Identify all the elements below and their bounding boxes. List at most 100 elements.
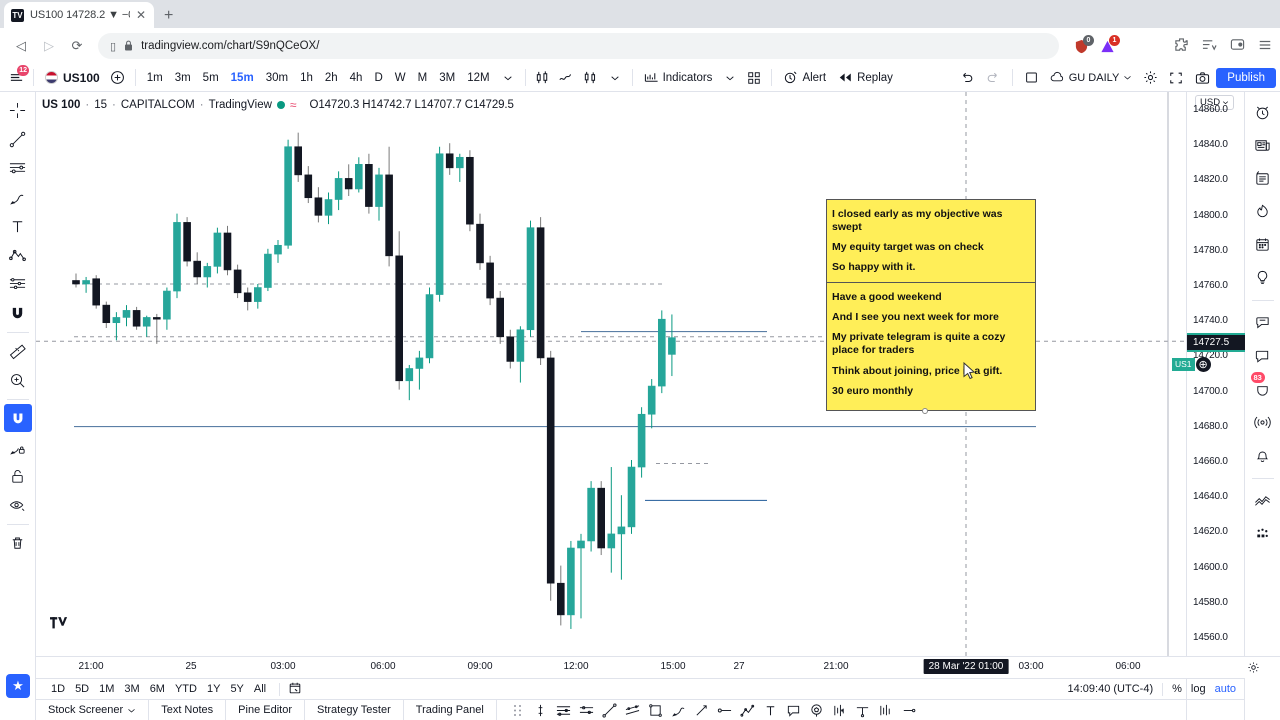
lock-drawings-icon[interactable] (4, 433, 32, 461)
range-1y[interactable]: 1Y (202, 681, 225, 697)
calendar-icon[interactable] (1249, 230, 1277, 258)
timeframe-w[interactable]: W (389, 69, 412, 87)
range-1m[interactable]: 1M (94, 681, 119, 697)
settings-equalizer-icon[interactable]: ≈ (290, 98, 297, 112)
text-icon[interactable] (760, 700, 781, 720)
redo-icon[interactable] (981, 66, 1005, 90)
snapshot-camera-icon[interactable] (1190, 66, 1214, 90)
timeframe-5m[interactable]: 5m (197, 69, 225, 87)
notifications-icon[interactable] (1249, 441, 1277, 469)
horizontal-lines-icon[interactable] (4, 154, 32, 182)
reload-icon[interactable]: ⟳ (64, 33, 90, 59)
brush-icon[interactable] (668, 700, 689, 720)
back-icon[interactable]: ◁ (8, 33, 34, 59)
timeframe-15m[interactable]: 15m (225, 69, 260, 87)
trash-icon[interactable] (4, 529, 32, 557)
range-3m[interactable]: 3M (119, 681, 144, 697)
browser-tab[interactable]: TV US100 14728.2 ▼ −0.27% GU D ✕ (4, 2, 154, 28)
parallel-channel-icon[interactable] (622, 700, 643, 720)
goto-date-calendar-icon[interactable] (288, 681, 302, 698)
news-icon[interactable] (1249, 131, 1277, 159)
callout-icon[interactable] (783, 700, 804, 720)
forward-icon[interactable]: ▷ (36, 33, 62, 59)
save-layout-button[interactable]: GU DAILY (1046, 71, 1137, 84)
panel-stock-screener[interactable]: Stock Screener (36, 700, 150, 720)
chart-settings-gear-icon[interactable] (1138, 66, 1162, 90)
horizontal-lines-icon[interactable] (553, 700, 574, 720)
note-resize-handle[interactable] (922, 407, 928, 414)
arrow-icon[interactable] (691, 700, 712, 720)
ideas-icon[interactable] (1249, 263, 1277, 291)
puzzle-icon[interactable] (1174, 37, 1189, 55)
symbol-search-button[interactable]: US100 (39, 71, 106, 85)
address-bar[interactable]: ▯ tradingview.com/chart/S9nQCeOX/ (98, 33, 1059, 59)
lock-icon[interactable] (4, 462, 32, 490)
templates-icon[interactable] (742, 66, 766, 90)
timeframe-1m[interactable]: 1m (141, 69, 169, 87)
bar-chart-type-icon[interactable] (579, 66, 603, 90)
brush-icon[interactable] (4, 183, 32, 211)
trading-icon[interactable] (1249, 487, 1277, 515)
panel-strategy-tester[interactable]: Strategy Tester (305, 700, 404, 720)
fib-icon[interactable] (4, 270, 32, 298)
drag-handle-icon[interactable] (507, 700, 528, 720)
trend-lines-icon[interactable] (576, 700, 597, 720)
layout-select-icon[interactable] (1020, 66, 1044, 90)
chrome-menu-icon[interactable] (1258, 38, 1272, 55)
text-icon[interactable] (4, 212, 32, 240)
timeframe-3m[interactable]: 3m (169, 69, 197, 87)
measure-icon[interactable] (4, 337, 32, 365)
range-ytd[interactable]: YTD (170, 681, 202, 697)
alert-button[interactable]: Alert (777, 70, 832, 85)
range-6m[interactable]: 6M (145, 681, 170, 697)
undo-icon[interactable] (955, 66, 979, 90)
reading-list-icon[interactable] (1202, 37, 1217, 55)
hotlist-icon[interactable] (1249, 197, 1277, 225)
target-icon[interactable]: ⊕ (1195, 357, 1211, 372)
crosshair-icon[interactable] (4, 96, 32, 124)
panel-pine-editor[interactable]: Pine Editor (226, 700, 305, 720)
public-chat-icon[interactable] (1249, 309, 1277, 337)
timeframe-30m[interactable]: 30m (260, 69, 294, 87)
favorite-star-button[interactable]: ★ (6, 674, 30, 698)
position-price-marker[interactable]: US1 ⊕ (1172, 357, 1211, 372)
timeframe-chevron-down-icon[interactable] (496, 66, 520, 90)
bookmark-icon[interactable]: ▯ (110, 40, 116, 53)
indicators-button[interactable]: Indicators (638, 70, 719, 85)
new-tab-button[interactable]: + (164, 7, 173, 25)
horizontal-ray-icon[interactable] (714, 700, 735, 720)
emoji-icon[interactable] (806, 700, 827, 720)
hide-drawings-icon[interactable] (4, 491, 32, 519)
broadcast-icon[interactable] (1249, 408, 1277, 436)
panel-text-notes[interactable]: Text Notes (149, 700, 227, 720)
timeframe-d[interactable]: D (368, 69, 388, 87)
forecast-icon[interactable] (829, 700, 850, 720)
add-symbol-button[interactable] (106, 66, 130, 90)
timeframe-2h[interactable]: 2h (319, 69, 344, 87)
rectangle-icon[interactable] (645, 700, 666, 720)
timeframe-m[interactable]: M (412, 69, 434, 87)
zoom-in-icon[interactable] (4, 366, 32, 394)
note-weekend[interactable]: Have a good weekend And I see you next w… (826, 282, 1036, 414)
trend-line-icon[interactable] (4, 125, 32, 153)
range-5y[interactable]: 5Y (225, 681, 248, 697)
magnet-mode-icon[interactable] (3, 404, 32, 432)
percent-scale-button[interactable]: % (1172, 683, 1182, 695)
close-icon[interactable]: ✕ (136, 9, 146, 21)
pattern-icon[interactable] (4, 241, 32, 269)
timeframe-4h[interactable]: 4h (344, 69, 369, 87)
shield-extension-icon[interactable]: 0 (1073, 34, 1094, 55)
auto-scale-button[interactable]: auto (1215, 683, 1236, 695)
cursor-icon[interactable] (530, 700, 551, 720)
notes-icon[interactable] (1249, 164, 1277, 192)
fullscreen-icon[interactable] (1164, 66, 1188, 90)
warning-extension-icon[interactable]: 1 (1099, 34, 1120, 55)
chart-pane[interactable]: US 100 · 15 · CAPITALCOM · TradingView ≈… (36, 92, 1211, 720)
apps-icon[interactable] (1249, 520, 1277, 548)
range-5d[interactable]: 5D (70, 681, 94, 697)
magnet-icon[interactable] (898, 700, 919, 720)
stream-icon[interactable]: 83 (1249, 372, 1277, 403)
private-chat-icon[interactable] (1249, 342, 1277, 370)
bars-pattern-icon[interactable] (875, 700, 896, 720)
range-1d[interactable]: 1D (46, 681, 70, 697)
